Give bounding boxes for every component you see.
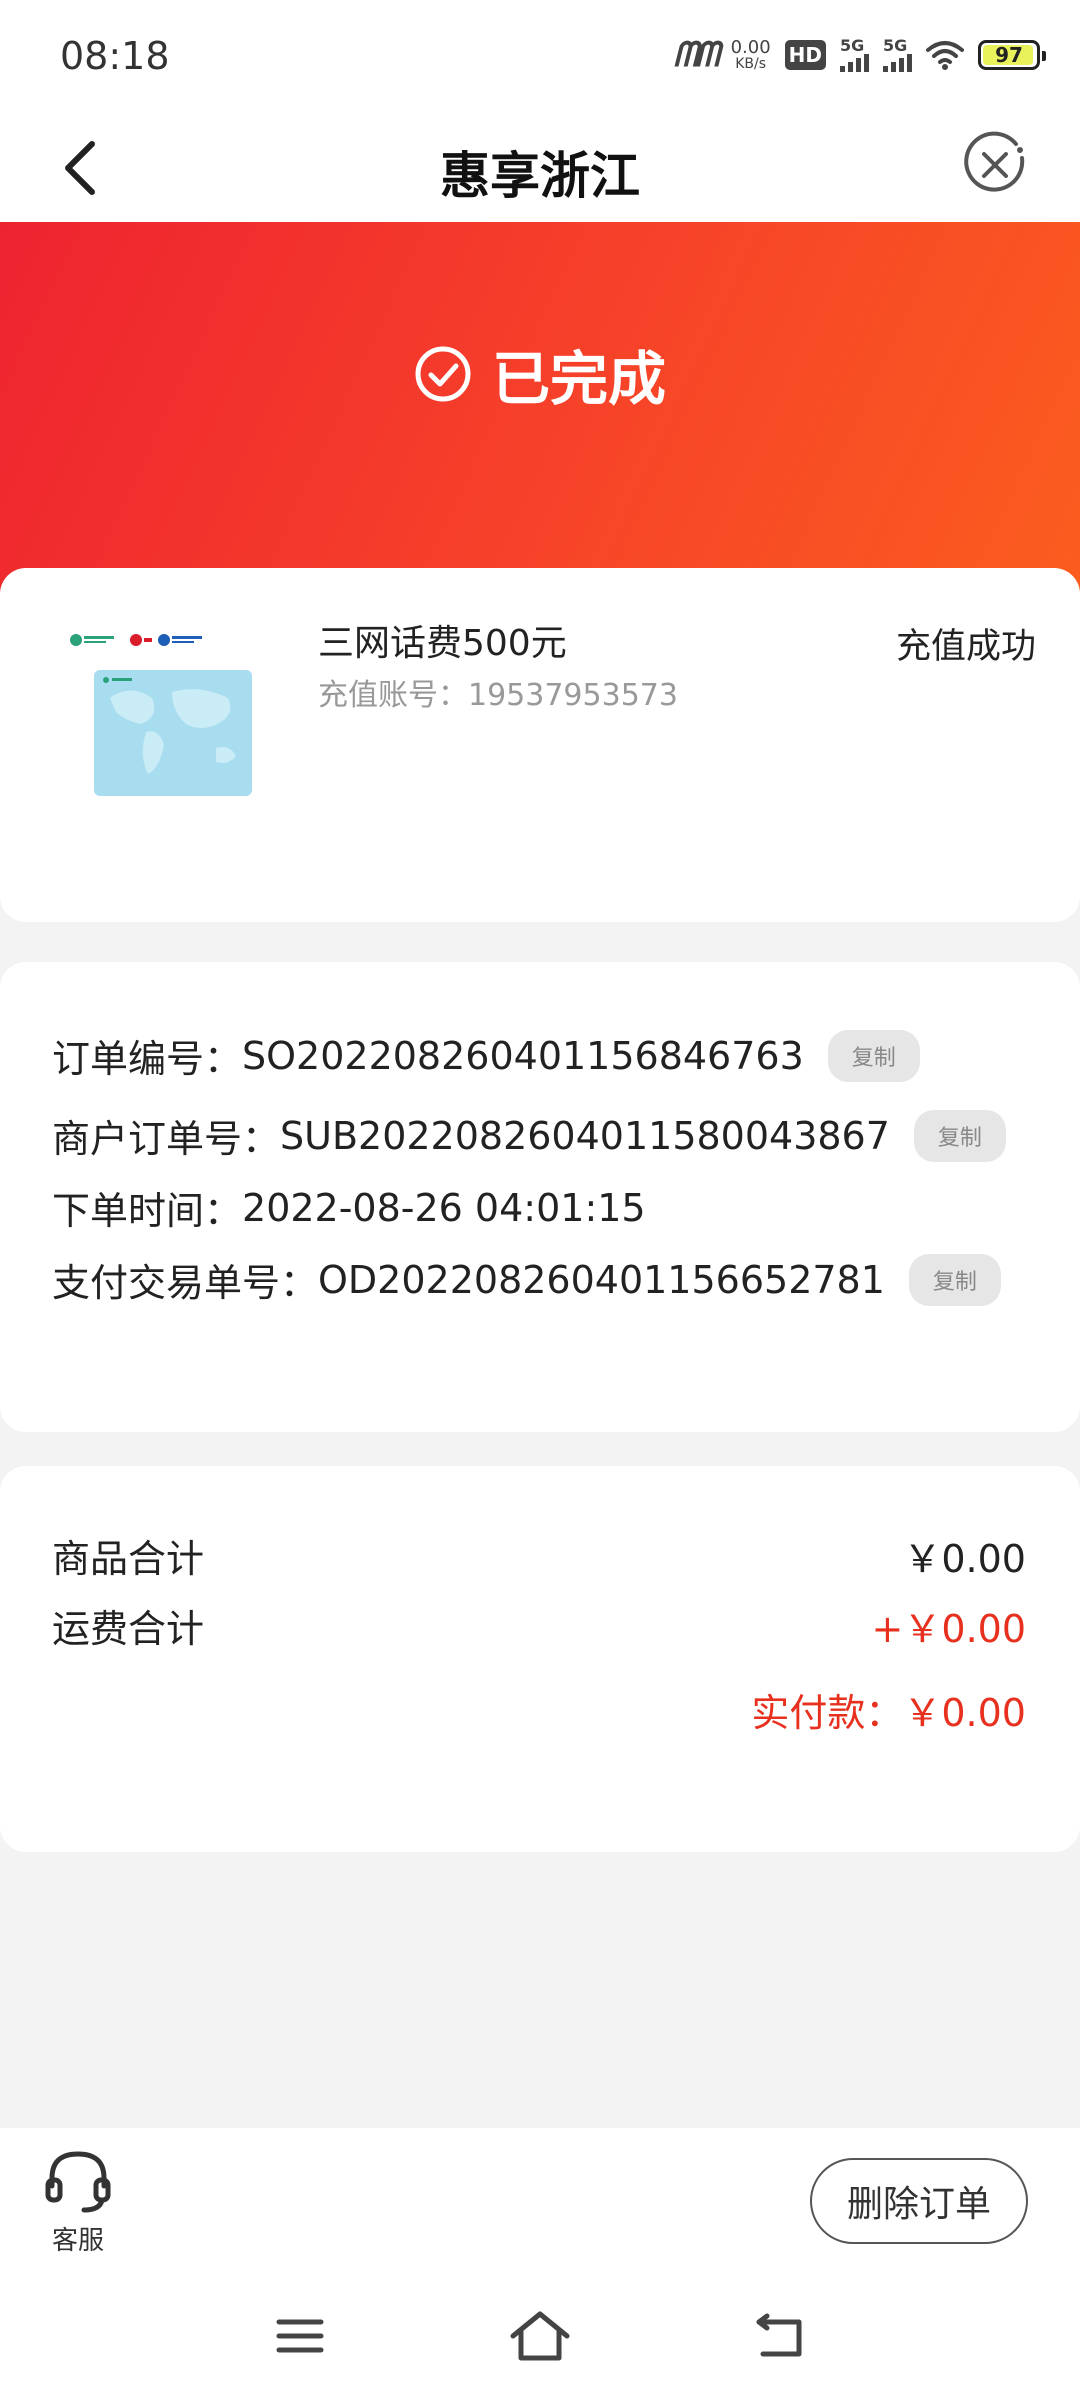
order-status: 已完成	[0, 332, 1080, 416]
paid-amount-row: 实付款：￥0.00	[751, 1682, 1026, 1737]
close-circle-icon	[964, 131, 1025, 192]
order-info-card: 订单编号： SO20220826040115684​6763 复制 商户订单号：…	[0, 962, 1080, 1432]
order-detail-page: 08:18 ᗰᗰ 0.00 KB/s HD 5G 5G 97 惠享浙江 已完成 …	[0, 0, 1080, 2400]
shipping-total-label: 运费合计	[52, 1607, 205, 1651]
recharge-account-label: 充值账号：	[318, 678, 468, 713]
order-number-row: 订单编号： SO20220826040115684​6763 复制	[52, 1028, 920, 1083]
merchant-order-number-value: SUB20220826040115800438​67	[280, 1113, 890, 1158]
signal-bars-icon	[840, 54, 869, 72]
recharge-account-number: 19537953573	[468, 678, 678, 713]
nav-menu-button[interactable]	[265, 2306, 335, 2366]
return-icon	[756, 2313, 802, 2357]
order-time-value: 2022-08-26 04:01:15	[242, 1185, 646, 1230]
network-carrier-icon: ᗰᗰ	[673, 35, 719, 75]
network-speed: 0.00 KB/s	[730, 37, 771, 72]
bottom-action-bar: 客服 删除订单	[0, 2128, 1080, 2268]
delete-order-button[interactable]: 删除订单	[810, 2158, 1028, 2244]
paid-amount-value: ￥0.00	[903, 1691, 1026, 1735]
app-header: 惠享浙江	[0, 110, 1080, 222]
order-number-label: 订单编号：	[52, 1037, 243, 1081]
payment-transaction-number-label: 支付交易单号：	[52, 1261, 319, 1305]
battery-level: 97	[995, 43, 1023, 67]
signal-5g-1: 5G	[840, 38, 869, 72]
paid-amount-label: 实付款：	[751, 1691, 904, 1735]
status-bar: 08:18 ᗰᗰ 0.00 KB/s HD 5G 5G 97	[0, 0, 1080, 110]
payment-transaction-number-row: 支付交易单号： OD20220826040115665278​1 复制	[52, 1252, 1001, 1307]
merchant-order-number-label: 商户订单号：	[52, 1117, 281, 1161]
close-button[interactable]	[960, 130, 1030, 200]
status-banner: 已完成	[0, 222, 1080, 602]
battery-icon: 97	[978, 40, 1046, 70]
payment-transaction-number-value: OD20220826040115665278​1	[318, 1257, 885, 1302]
goods-total-value: ￥0.00	[903, 1537, 1026, 1581]
goods-total-row: 商品合计 ￥0.00	[52, 1528, 1026, 1583]
check-circle-icon	[415, 346, 471, 402]
merchant-order-number-row: 商户订单号： SUB20220826040115800438​67 复制	[52, 1108, 1006, 1163]
home-icon	[510, 2311, 570, 2361]
signal-5g-2: 5G	[883, 38, 912, 72]
menu-icon	[276, 2319, 324, 2353]
network-speed-unit: KB/s	[735, 56, 767, 72]
customer-service-label: 客服	[51, 2226, 104, 2256]
copy-order-number-button[interactable]: 复制	[827, 1029, 920, 1082]
goods-total-label: 商品合计	[52, 1537, 205, 1581]
copy-merchant-order-number-button[interactable]: 复制	[913, 1109, 1006, 1162]
page-title: 惠享浙江	[440, 147, 640, 205]
order-time-label: 下单时间：	[52, 1189, 243, 1233]
status-time: 08:18	[60, 34, 170, 78]
product-card[interactable]: 三网话费500元 充值账号：19537953573 充值成功	[0, 568, 1080, 922]
phone-card-image	[70, 634, 252, 796]
signal-5g-2-label: 5G	[883, 36, 908, 55]
nav-home-button[interactable]	[505, 2306, 575, 2366]
signal-5g-1-label: 5G	[840, 36, 865, 55]
order-status-text: 已完成	[491, 345, 666, 413]
network-speed-value: 0.00	[730, 37, 771, 58]
order-number-value: SO20220826040115684​6763	[242, 1033, 804, 1078]
recharge-status: 充值成功	[895, 627, 1036, 667]
hd-voice-icon: HD	[784, 40, 826, 70]
recharge-account: 充值账号：19537953573	[318, 670, 678, 714]
signal-bars-icon	[883, 54, 912, 72]
nav-back-button[interactable]	[745, 2306, 815, 2366]
customer-service-button[interactable]: 客服	[42, 2148, 114, 2257]
order-time-row: 下单时间： 2022-08-26 04:01:15	[52, 1180, 646, 1235]
status-icons: ᗰᗰ 0.00 KB/s HD 5G 5G 97	[673, 30, 1046, 80]
product-name: 三网话费500元	[318, 623, 567, 664]
shipping-total-value: +￥0.00	[871, 1607, 1026, 1651]
system-nav-bar	[0, 2268, 1080, 2400]
shipping-total-row: 运费合计 +￥0.00	[52, 1598, 1026, 1653]
wifi-icon	[926, 41, 964, 70]
amount-summary-card: 商品合计 ￥0.00 运费合计 +￥0.00 实付款：￥0.00	[0, 1466, 1080, 1852]
headset-icon	[45, 2151, 111, 2213]
copy-payment-transaction-number-button[interactable]: 复制	[908, 1253, 1001, 1306]
